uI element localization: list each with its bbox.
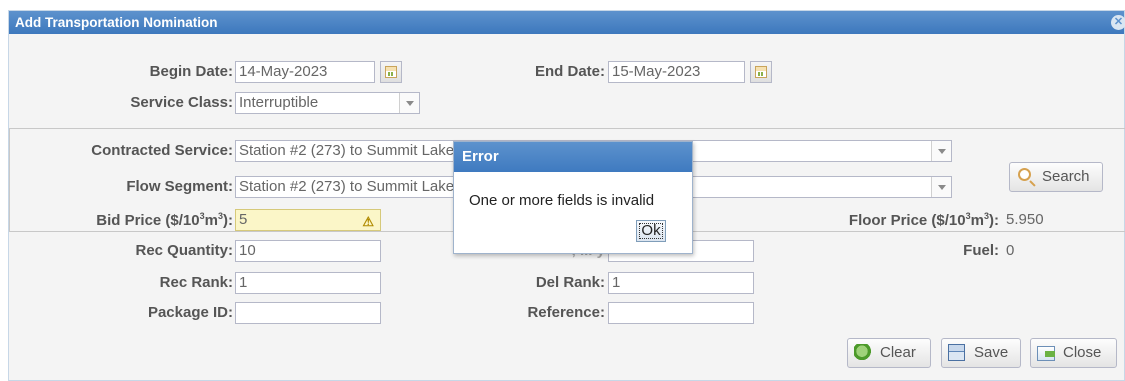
warning-icon: ⚠ [362,214,374,229]
fuel-label: Fuel: [963,242,999,259]
rec-rank-field[interactable]: 1 [235,272,381,294]
bid-price-field[interactable]: 5 ⚠ [235,209,381,231]
window-close-icon[interactable]: ✕ [1111,15,1125,30]
search-icon [1018,168,1031,181]
chevron-down-icon[interactable] [399,93,419,113]
save-button[interactable]: Save [941,338,1021,368]
chevron-down-icon[interactable] [931,141,951,161]
save-button-label: Save [974,344,1009,361]
begin-date-label: Begin Date: [149,63,233,80]
del-rank-label: Del Rank: [535,274,605,291]
close-button-label: Close [1063,344,1102,361]
begin-date-picker-button[interactable] [380,61,402,83]
reference-field[interactable] [608,302,754,324]
close-button[interactable]: Close [1030,338,1117,368]
close-window-icon [1037,346,1055,361]
error-dialog: Error One or more fields is invalid Ok [453,141,693,254]
window-title: Add Transportation Nomination [15,15,218,30]
clear-button[interactable]: Clear [847,338,931,368]
calendar-icon [755,66,767,78]
del-rank-field[interactable]: 1 [608,272,754,294]
search-button-label: Search [1042,168,1090,185]
flow-segment-label: Flow Segment: [126,178,233,195]
end-date-picker-button[interactable] [750,61,772,83]
calendar-icon [385,66,397,78]
floor-price-value: 5.950 [1006,211,1044,228]
package-id-field[interactable] [235,302,381,324]
rec-quantity-field[interactable]: 10 [235,240,381,262]
window-titlebar: Add Transportation Nomination ✕ [9,11,1125,34]
contracted-service-label: Contracted Service: [91,142,233,159]
floppy-icon [948,344,965,361]
end-date-label: End Date: [534,63,605,80]
service-class-value: Interruptible [239,94,319,111]
ok-button[interactable]: Ok [636,220,666,242]
package-id-label: Package ID: [147,304,233,321]
error-dialog-message: One or more fields is invalid [469,192,655,209]
chevron-down-icon[interactable] [931,177,951,197]
search-button[interactable]: Search [1009,162,1103,192]
service-class-select[interactable]: Interruptible [235,92,420,114]
bid-price-label: Bid Price ($/103m3): [96,211,233,229]
floor-price-label: Floor Price ($/103m3): [848,211,999,229]
rec-quantity-label: Rec Quantity: [135,242,233,259]
error-dialog-title: Error [454,142,692,172]
clear-button-label: Clear [880,344,916,361]
bid-price-value: 5 [239,211,248,228]
fuel-value: 0 [1006,242,1015,259]
end-date-field[interactable]: 15-May-2023 [608,61,745,83]
rec-rank-label: Rec Rank: [159,274,233,291]
reference-label: Reference: [527,304,605,321]
begin-date-field[interactable]: 14-May-2023 [235,61,375,83]
refresh-icon [854,344,874,362]
service-class-label: Service Class: [130,94,233,111]
